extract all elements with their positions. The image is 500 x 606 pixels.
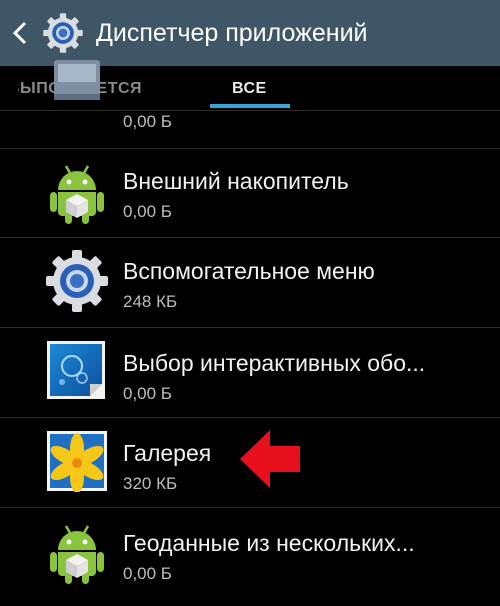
gear-icon: [44, 248, 110, 314]
live-wallpaper-icon: [47, 341, 105, 399]
app-name: Выбор интерактивных обо...: [123, 350, 426, 376]
sd-card-icon: [54, 60, 100, 100]
back-button[interactable]: [0, 0, 40, 66]
list-item[interactable]: 0,00 Б: [0, 60, 500, 149]
app-name: Геоданные из нескольких...: [123, 530, 415, 556]
gear-icon: [42, 12, 84, 54]
gallery-icon: [47, 431, 107, 492]
app-size: 0,00 Б: [123, 564, 172, 583]
chevron-left-icon: [12, 21, 27, 45]
app-size: 0,00 Б: [123, 384, 172, 403]
app-bar: Диспетчер приложений: [0, 0, 500, 66]
android-icon: [44, 160, 110, 226]
app-name: Вспомогательное меню: [123, 258, 375, 284]
app-name: Внешний накопитель: [123, 168, 349, 194]
red-arrow-left-icon: [240, 430, 300, 488]
list-item[interactable]: Геоданные из нескольких... 0,00 Б: [0, 508, 500, 597]
app-size: 0,00 Б: [123, 112, 172, 131]
app-size: 0,00 Б: [123, 202, 172, 221]
list-item[interactable]: Внешний накопитель 0,00 Б: [0, 148, 500, 238]
app-size: 248 КБ: [123, 292, 178, 311]
app-size: 320 КБ: [123, 474, 178, 493]
android-icon: [44, 520, 110, 586]
list-item[interactable]: Вспомогательное меню 248 КБ: [0, 238, 500, 328]
list-item[interactable]: Выбор интерактивных обо... 0,00 Б: [0, 328, 500, 418]
page-title: Диспетчер приложений: [96, 18, 368, 47]
